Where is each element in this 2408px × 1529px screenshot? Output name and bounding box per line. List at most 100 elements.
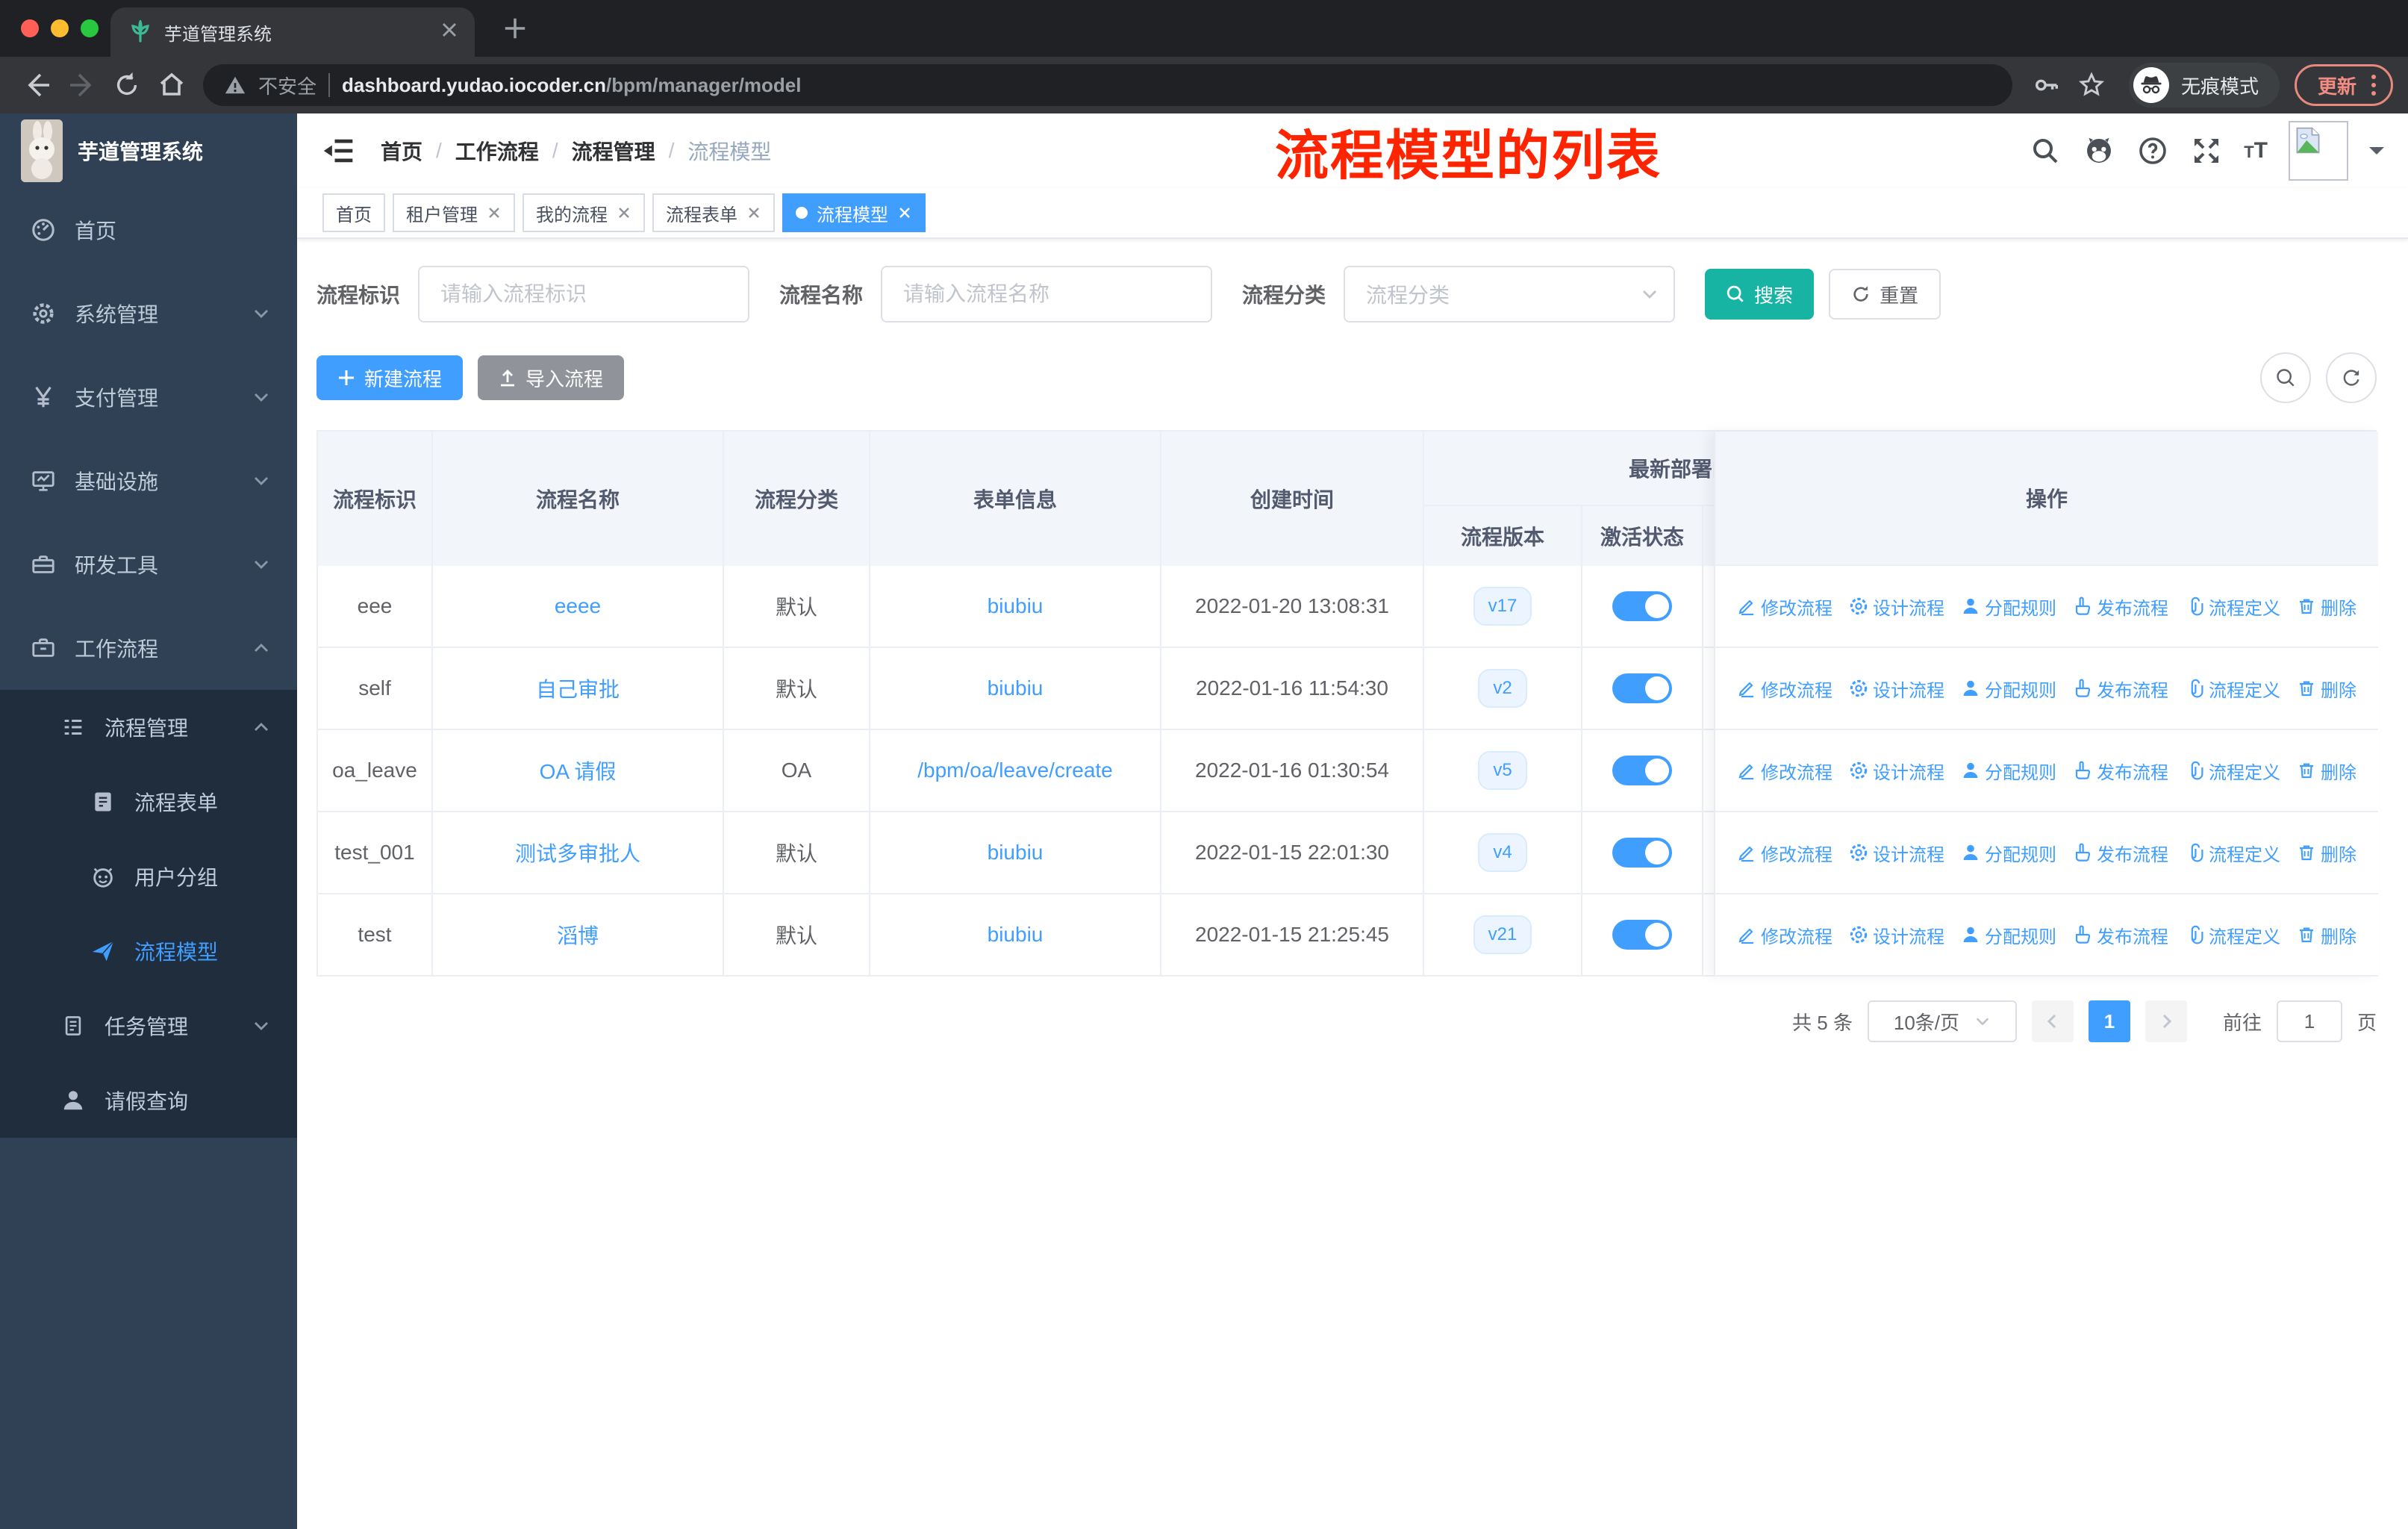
assign-action-link[interactable]: 分配规则 — [1961, 922, 2056, 948]
cell-form-info-link[interactable]: /bpm/oa/leave/create — [870, 730, 1161, 811]
cell-process-name-link[interactable]: 测试多审批人 — [433, 812, 724, 893]
design-action-link[interactable]: 设计流程 — [1849, 594, 1944, 620]
maximize-window-button[interactable] — [81, 19, 99, 37]
home-icon[interactable] — [149, 63, 194, 108]
assign-action-link[interactable]: 分配规则 — [1961, 676, 2056, 702]
definition-action-link[interactable]: 流程定义 — [2185, 840, 2280, 866]
back-icon[interactable] — [15, 63, 60, 108]
update-button[interactable]: 更新 — [2294, 64, 2393, 106]
close-icon[interactable] — [897, 205, 912, 220]
bookmark-star-icon[interactable] — [2069, 63, 2114, 108]
show-search-button[interactable] — [2260, 352, 2311, 403]
url-text[interactable]: dashboard.yudao.iocoder.cn/bpm/manager/m… — [342, 74, 801, 97]
cell-process-name-link[interactable]: 自己审批 — [433, 648, 724, 729]
window-controls[interactable] — [21, 19, 99, 37]
delete-action-link[interactable]: 删除 — [2297, 676, 2356, 702]
cell-process-name-link[interactable]: OA 请假 — [433, 730, 724, 811]
delete-action-link[interactable]: 删除 — [2297, 922, 2356, 948]
breadcrumb-item[interactable]: 流程管理 — [572, 136, 655, 166]
activation-toggle[interactable] — [1612, 756, 1672, 785]
sidebar-item-payment[interactable]: 支付管理 — [0, 355, 297, 439]
cell-process-name-link[interactable]: 滔博 — [433, 894, 724, 975]
address-bar[interactable]: 不安全 dashboard.yudao.iocoder.cn/bpm/manag… — [203, 64, 2012, 106]
close-icon[interactable] — [617, 205, 631, 220]
modify-action-link[interactable]: 修改流程 — [1737, 758, 1832, 784]
assign-action-link[interactable]: 分配规则 — [1961, 594, 2056, 620]
close-icon[interactable] — [487, 205, 502, 220]
font-size-icon[interactable]: TT — [2244, 138, 2268, 164]
design-action-link[interactable]: 设计流程 — [1849, 840, 1944, 866]
sidebar-item-process-manage[interactable]: 流程管理 — [0, 690, 297, 764]
close-window-button[interactable] — [21, 19, 39, 37]
tag-my-process[interactable]: 我的流程 — [523, 193, 645, 232]
sidebar-item-user-group[interactable]: 用户分组 — [0, 839, 297, 914]
cell-form-info-link[interactable]: biubiu — [870, 648, 1161, 729]
process-name-input[interactable] — [881, 266, 1213, 323]
sidebar-item-infra[interactable]: 基础设施 — [0, 439, 297, 523]
tag-home[interactable]: 首页 — [322, 193, 385, 232]
design-action-link[interactable]: 设计流程 — [1849, 758, 1944, 784]
page-size-select[interactable]: 10条/页 — [1867, 1000, 2017, 1042]
definition-action-link[interactable]: 流程定义 — [2185, 758, 2280, 784]
sidebar-item-task-manage[interactable]: 任务管理 — [0, 988, 297, 1063]
delete-action-link[interactable]: 删除 — [2297, 594, 2356, 620]
browser-menu-icon[interactable] — [2371, 75, 2376, 96]
breadcrumb-item[interactable]: 首页 — [381, 136, 422, 166]
prev-page-button[interactable] — [2031, 1000, 2074, 1042]
incognito-badge[interactable]: 无痕模式 — [2128, 63, 2280, 108]
modify-action-link[interactable]: 修改流程 — [1737, 676, 1832, 702]
activation-toggle[interactable] — [1612, 920, 1672, 950]
breadcrumb-item[interactable]: 工作流程 — [455, 136, 539, 166]
refresh-table-button[interactable] — [2326, 352, 2377, 403]
reset-button[interactable]: 重置 — [1829, 269, 1941, 320]
browser-tab[interactable]: 芋道管理系统 — [110, 7, 475, 57]
delete-action-link[interactable]: 删除 — [2297, 840, 2356, 866]
publish-action-link[interactable]: 发布流程 — [2073, 758, 2168, 784]
activation-toggle[interactable] — [1612, 591, 1672, 621]
publish-action-link[interactable]: 发布流程 — [2073, 840, 2168, 866]
definition-action-link[interactable]: 流程定义 — [2185, 922, 2280, 948]
sidebar-item-home[interactable]: 首页 — [0, 188, 297, 272]
avatar[interactable] — [2289, 121, 2348, 181]
app-logo[interactable]: 芋道管理系统 — [0, 113, 297, 188]
security-label[interactable]: 不安全 — [258, 72, 316, 99]
key-icon[interactable] — [2024, 63, 2069, 108]
search-icon[interactable] — [2029, 134, 2062, 167]
minimize-window-button[interactable] — [51, 19, 69, 37]
activation-toggle[interactable] — [1612, 673, 1672, 703]
publish-action-link[interactable]: 发布流程 — [2073, 922, 2168, 948]
sidebar-item-process-form[interactable]: 流程表单 — [0, 764, 297, 839]
publish-action-link[interactable]: 发布流程 — [2073, 594, 2168, 620]
design-action-link[interactable]: 设计流程 — [1849, 922, 1944, 948]
assign-action-link[interactable]: 分配规则 — [1961, 758, 2056, 784]
github-icon[interactable] — [2083, 134, 2115, 167]
activation-toggle[interactable] — [1612, 838, 1672, 868]
assign-action-link[interactable]: 分配规则 — [1961, 840, 2056, 866]
process-category-select[interactable]: 流程分类 — [1344, 266, 1676, 323]
cell-form-info-link[interactable]: biubiu — [870, 566, 1161, 647]
sidebar-item-process-model[interactable]: 流程模型 — [0, 914, 297, 988]
modify-action-link[interactable]: 修改流程 — [1737, 840, 1832, 866]
publish-action-link[interactable]: 发布流程 — [2073, 676, 2168, 702]
new-tab-button[interactable] — [499, 12, 531, 45]
next-page-button[interactable] — [2145, 1000, 2187, 1042]
sidebar-item-workflow[interactable]: 工作流程 — [0, 606, 297, 690]
modify-action-link[interactable]: 修改流程 — [1737, 922, 1832, 948]
cell-process-name-link[interactable]: eeee — [433, 566, 724, 647]
import-process-button[interactable]: 导入流程 — [478, 355, 625, 400]
warning-triangle-icon[interactable] — [224, 74, 246, 96]
tab-close-icon[interactable] — [442, 22, 457, 43]
sidebar-item-leave-query[interactable]: 请假查询 — [0, 1063, 297, 1138]
goto-page-input[interactable] — [2276, 1000, 2342, 1042]
process-key-input[interactable] — [418, 266, 750, 323]
design-action-link[interactable]: 设计流程 — [1849, 676, 1944, 702]
tag-process-form[interactable]: 流程表单 — [652, 193, 775, 232]
collapse-sidebar-icon[interactable] — [321, 133, 357, 169]
fullscreen-icon[interactable] — [2190, 134, 2223, 167]
search-button[interactable]: 搜索 — [1705, 269, 1815, 320]
forward-icon[interactable] — [60, 63, 105, 108]
sidebar-item-system[interactable]: 系统管理 — [0, 272, 297, 355]
delete-action-link[interactable]: 删除 — [2297, 758, 2356, 784]
tag-tenant[interactable]: 租户管理 — [393, 193, 515, 232]
modify-action-link[interactable]: 修改流程 — [1737, 594, 1832, 620]
